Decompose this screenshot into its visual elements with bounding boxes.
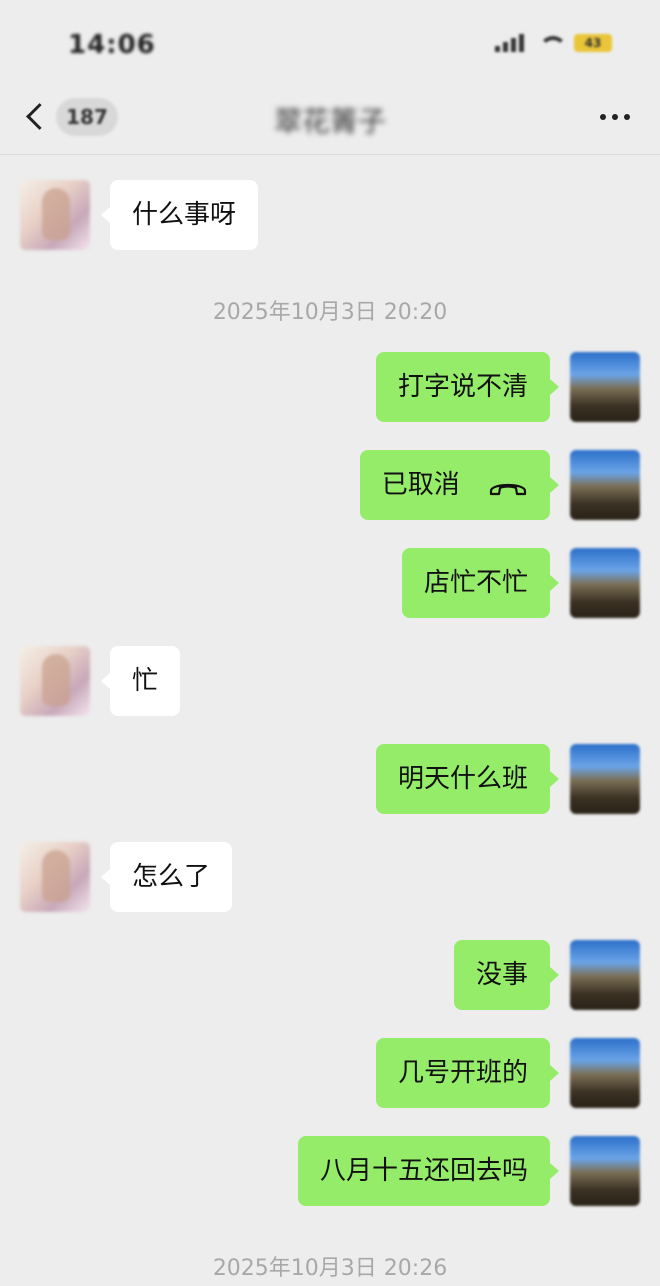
my-avatar[interactable] <box>570 548 640 618</box>
message-row-incoming: 什么事呀 <box>0 180 660 250</box>
chat-title: 翠花箐子 <box>273 105 386 138</box>
more-dots-icon[interactable] <box>600 114 630 120</box>
contact-avatar[interactable] <box>20 646 90 716</box>
wifi-icon <box>538 36 567 52</box>
call-cancelled-bubble[interactable]: 已取消 <box>359 450 560 520</box>
my-avatar[interactable] <box>570 450 640 520</box>
message-row-outgoing: 几号开班的 <box>0 1038 660 1108</box>
message-row-outgoing: 八月十五还回去吗 <box>0 1136 660 1206</box>
battery-icon: 43 <box>574 34 612 52</box>
message-bubble-outgoing[interactable]: 店忙不忙 <box>401 548 560 618</box>
signal-icon <box>495 34 524 52</box>
my-avatar[interactable] <box>570 1038 640 1108</box>
status-icons: 43 <box>495 34 612 52</box>
message-row-outgoing: 明天什么班 <box>0 744 660 814</box>
message-row-incoming: 怎么了 <box>0 842 660 912</box>
contact-avatar[interactable] <box>20 842 90 912</box>
message-bubble-outgoing[interactable]: 没事 <box>453 940 560 1010</box>
message-row-outgoing: 已取消 <box>0 450 660 520</box>
chat-header: 187 翠花箐子 <box>0 80 660 155</box>
contact-avatar[interactable] <box>20 180 90 250</box>
message-row-incoming: 忙 <box>0 646 660 716</box>
message-bubble-outgoing[interactable]: 打字说不清 <box>375 352 560 422</box>
my-avatar[interactable] <box>570 940 640 1010</box>
message-bubble-outgoing[interactable]: 几号开班的 <box>375 1038 560 1108</box>
phone-hangup-icon <box>489 483 527 495</box>
message-bubble-incoming[interactable]: 忙 <box>100 646 181 716</box>
message-row-outgoing: 店忙不忙 <box>0 548 660 618</box>
message-row-outgoing: 打字说不清 <box>0 352 660 422</box>
message-row-outgoing: 没事 <box>0 940 660 1010</box>
message-timestamp: 2025年10月3日 20:26 <box>212 1256 448 1281</box>
status-bar: 14:06 43 <box>0 0 660 80</box>
message-timestamp: 2025年10月3日 20:20 <box>212 300 448 325</box>
status-time: 14:06 <box>68 30 156 60</box>
my-avatar[interactable] <box>570 744 640 814</box>
message-bubble-incoming[interactable]: 怎么了 <box>100 842 233 912</box>
my-avatar[interactable] <box>570 1136 640 1206</box>
call-status-label: 已取消 <box>381 470 460 500</box>
my-avatar[interactable] <box>570 352 640 422</box>
message-bubble-outgoing[interactable]: 八月十五还回去吗 <box>297 1136 560 1206</box>
message-bubble-outgoing[interactable]: 明天什么班 <box>375 744 560 814</box>
message-bubble-incoming[interactable]: 什么事呀 <box>100 180 259 250</box>
